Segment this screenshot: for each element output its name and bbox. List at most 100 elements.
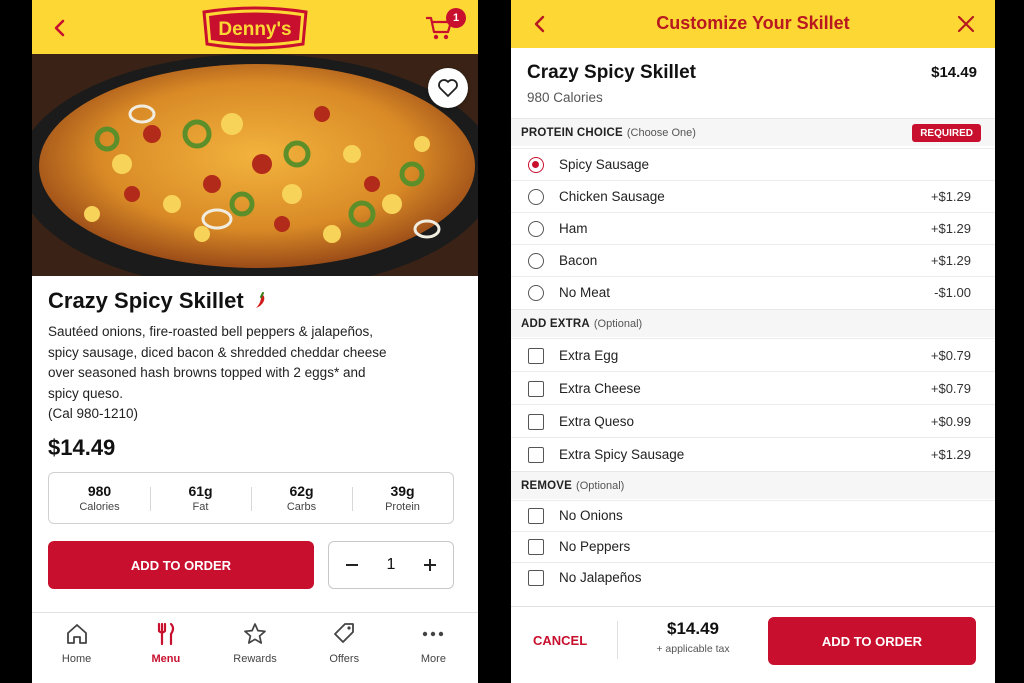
option-name: Ham: [559, 221, 588, 236]
checkbox[interactable]: [528, 381, 544, 397]
product-detail-screen: Denny's 1 Crazy Spicy Skillet Sautéed on…: [32, 0, 478, 683]
decrease-quantity-button[interactable]: [341, 554, 363, 576]
tab-more[interactable]: More: [389, 613, 478, 683]
tab-menu[interactable]: Menu: [121, 613, 210, 683]
customize-screen: Customize Your Skillet Crazy Spicy Skill…: [511, 0, 995, 683]
option-price: +$1.29: [930, 447, 971, 462]
item-price: $14.49: [931, 64, 977, 81]
radio-button[interactable]: [528, 221, 544, 237]
item-name: Crazy Spicy Skillet: [527, 62, 696, 83]
increase-quantity-button[interactable]: [419, 554, 441, 576]
checkbox[interactable]: [528, 414, 544, 430]
tab-label: More: [420, 653, 446, 665]
bottom-tab-bar: Home Menu Rewards Offers More: [32, 612, 478, 683]
radio-button[interactable]: [528, 285, 544, 301]
calorie-range: (Cal 980-1210): [48, 406, 139, 421]
quantity-value: 1: [386, 556, 396, 573]
back-button[interactable]: [44, 12, 76, 44]
favorite-button[interactable]: [428, 68, 468, 108]
checkbox[interactable]: [528, 539, 544, 555]
option-name: No Jalapeños: [559, 570, 642, 585]
radio-button-selected[interactable]: [528, 157, 544, 173]
product-title: Crazy Spicy Skillet: [48, 288, 268, 314]
product-description: Sautéed onions, fire-roasted bell pepper…: [48, 322, 398, 425]
home-icon: [66, 624, 87, 644]
plus-icon: [424, 559, 436, 571]
option-name: Extra Queso: [559, 414, 635, 429]
option-price: +$1.29: [930, 221, 971, 236]
option-name: Bacon: [559, 253, 598, 268]
tab-offers[interactable]: Offers: [300, 613, 389, 683]
tab-label: Home: [61, 653, 92, 665]
remove-option[interactable]: No Jalapeños: [511, 562, 995, 594]
close-icon: [957, 15, 975, 33]
customize-title: Customize Your Skillet: [656, 13, 850, 33]
option-name: No Peppers: [559, 539, 631, 554]
tab-label: Rewards: [233, 653, 277, 665]
option-price: +$1.29: [930, 189, 971, 204]
radio-button[interactable]: [528, 253, 544, 269]
skillet-illustration: [32, 54, 478, 276]
tab-label: Menu: [151, 653, 181, 665]
radio-button[interactable]: [528, 189, 544, 205]
checkbox[interactable]: [528, 447, 544, 463]
close-button[interactable]: [951, 9, 981, 39]
section-subtitle: (Choose One): [626, 126, 696, 139]
tab-label: Offers: [329, 653, 360, 665]
option-price: +$0.79: [930, 381, 971, 396]
option-name: Extra Egg: [559, 348, 619, 363]
add-to-order-button[interactable]: ADD TO ORDER: [48, 541, 314, 589]
extra-option[interactable]: Extra Spicy Sausage +$1.29: [511, 437, 995, 470]
footer-divider: [617, 621, 618, 659]
add-extra-section-header: ADD EXTRA (Optional): [511, 309, 995, 337]
nutrition-facts: 980 Calories 61g Fat 62g Carbs 39g Protein: [48, 472, 454, 524]
remove-option[interactable]: No Onions: [511, 500, 995, 531]
extra-option[interactable]: Extra Egg +$0.79: [511, 338, 995, 371]
star-icon: [244, 623, 266, 644]
option-name: No Onions: [559, 508, 623, 523]
protein-option[interactable]: Chicken Sausage +$1.29: [511, 180, 995, 212]
section-title: PROTEIN CHOICE: [521, 126, 623, 139]
option-name: Spicy Sausage: [559, 157, 650, 172]
option-price: +$1.29: [930, 253, 971, 268]
option-name: Extra Cheese: [559, 381, 641, 396]
checkbox[interactable]: [528, 570, 544, 586]
protein-option[interactable]: Ham +$1.29: [511, 212, 995, 244]
minus-icon: [346, 564, 358, 566]
option-name: Chicken Sausage: [559, 189, 665, 204]
order-total: $14.49: [667, 619, 719, 638]
required-badge: REQUIRED: [912, 124, 981, 142]
option-price: +$0.99: [930, 414, 971, 429]
option-name: No Meat: [559, 285, 611, 300]
tab-rewards[interactable]: Rewards: [210, 613, 299, 683]
cart-count-badge: 1: [446, 8, 466, 28]
option-price: +$0.79: [930, 348, 971, 363]
cart-button[interactable]: 1: [424, 8, 466, 44]
heart-icon: [438, 79, 458, 97]
fork-knife-icon: [157, 622, 174, 646]
remove-section-header: REMOVE (Optional): [511, 471, 995, 499]
more-dots-icon: [423, 631, 444, 637]
quantity-stepper: 1: [328, 541, 454, 589]
nutrition-protein: 39g Protein: [352, 483, 453, 513]
extra-option[interactable]: Extra Cheese +$0.79: [511, 371, 995, 404]
protein-option[interactable]: No Meat -$1.00: [511, 276, 995, 308]
remove-option[interactable]: No Peppers: [511, 531, 995, 562]
checkbox[interactable]: [528, 508, 544, 524]
tab-home[interactable]: Home: [32, 613, 121, 683]
section-subtitle: (Optional): [576, 479, 625, 492]
chevron-left-icon: [54, 19, 65, 37]
section-title: ADD EXTRA: [521, 317, 590, 330]
protein-option[interactable]: Bacon +$1.29: [511, 244, 995, 276]
protein-option[interactable]: Spicy Sausage: [511, 148, 995, 180]
customize-header: Customize Your Skillet: [511, 0, 995, 48]
checkbox[interactable]: [528, 348, 544, 364]
add-to-order-button[interactable]: ADD TO ORDER: [768, 617, 976, 665]
extra-option[interactable]: Extra Queso +$0.99: [511, 404, 995, 437]
logo-text: Denny's: [218, 19, 291, 40]
cancel-button[interactable]: CANCEL: [533, 633, 587, 648]
section-title: REMOVE: [521, 479, 573, 492]
chili-pepper-icon: [255, 292, 264, 308]
protein-choice-section-header: PROTEIN CHOICE (Choose One) REQUIRED: [511, 118, 995, 146]
item-calories: 980 Calories: [527, 90, 603, 105]
